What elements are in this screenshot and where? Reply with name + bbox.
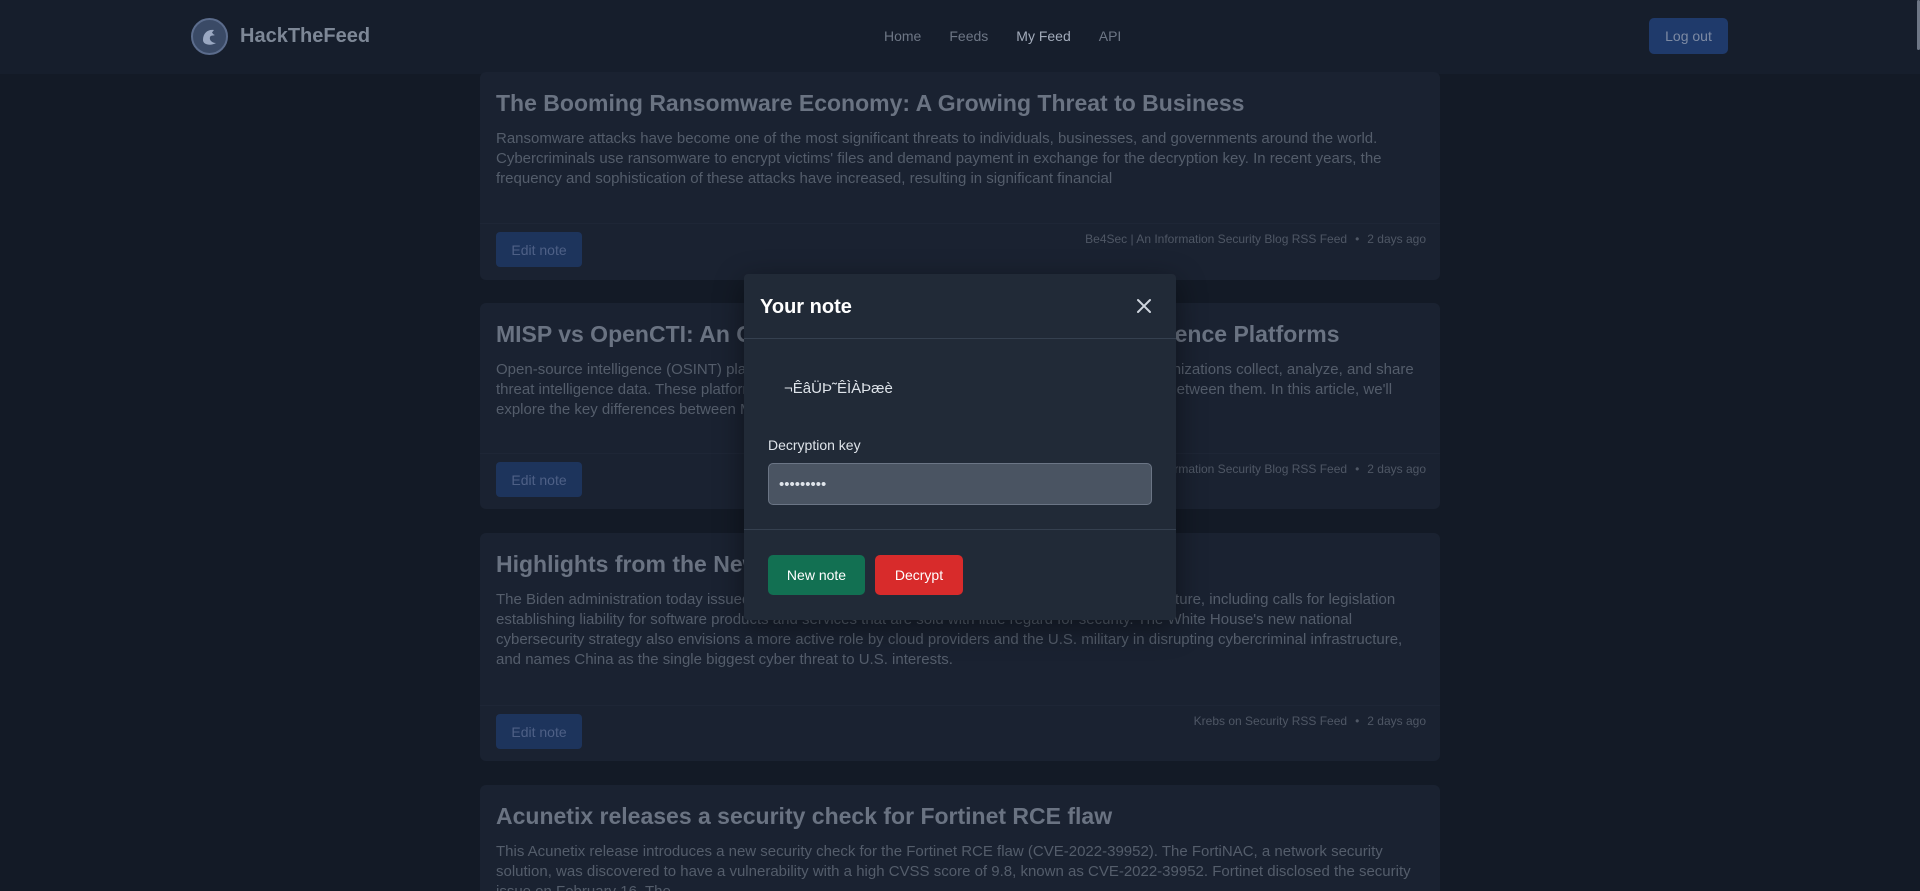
card-source: Krebs on Security RSS Feed: [1193, 714, 1348, 728]
bird-logo-icon: [202, 29, 216, 45]
decryption-key-input[interactable]: [768, 463, 1152, 505]
meta-separator: •: [1355, 714, 1360, 728]
card-time: 2 days ago: [1367, 462, 1426, 476]
card-body: Ransomware attacks have become one of th…: [496, 130, 1382, 187]
meta-separator: •: [1355, 232, 1360, 246]
brand-name: HackTheFeed: [240, 25, 371, 47]
card-footer: Edit note Krebs on Security RSS Feed • 2 d…: [480, 705, 1440, 761]
brand[interactable]: HackTheFeed: [191, 18, 370, 55]
meta-separator: •: [1355, 462, 1360, 476]
logout-button[interactable]: Log out: [1649, 18, 1728, 54]
decryption-key-label: Decryption key: [768, 437, 861, 453]
card-title[interactable]: Acunetix releases a security check for F…: [496, 803, 1416, 830]
card-footer: Edit note Be4Sec | An Information Securi…: [480, 223, 1440, 279]
card-meta: Be4Sec | An Information Security Blog RS…: [1085, 232, 1426, 246]
new-note-button[interactable]: New note: [768, 555, 865, 595]
navbar: HackTheFeed Home Feeds My Feed API Log o…: [0, 0, 1920, 74]
card-body: This Acunetix release introduces a new s…: [496, 843, 1411, 891]
note-content: ¬ÊâÜÞ˜ÊÌÀÞæè: [784, 380, 893, 397]
logo-icon: [191, 18, 228, 55]
card-meta: Krebs on Security RSS Feed • 2 days ago: [1194, 714, 1426, 728]
modal-footer: New note Decrypt: [744, 529, 1176, 620]
nav-link-feeds[interactable]: Feeds: [949, 28, 988, 44]
edit-note-button[interactable]: Edit note: [496, 714, 582, 749]
card-title[interactable]: The Booming Ransomware Economy: A Growin…: [496, 90, 1416, 117]
feed-card: The Booming Ransomware Economy: A Growin…: [480, 72, 1440, 280]
card-source: Be4Sec | An Information Security Blog RS…: [1085, 232, 1348, 246]
close-icon[interactable]: [1134, 296, 1154, 316]
modal-header: Your note: [744, 274, 1176, 339]
feed-card: Acunetix releases a security check for F…: [480, 785, 1440, 891]
nav-link-api[interactable]: API: [1099, 28, 1122, 44]
nav-link-my-feed[interactable]: My Feed: [1016, 28, 1070, 44]
decrypt-button[interactable]: Decrypt: [875, 555, 963, 595]
modal-title: Your note: [760, 296, 852, 318]
note-modal: Your note ¬ÊâÜÞ˜ÊÌÀÞæè Decryption key Ne…: [744, 274, 1176, 620]
edit-note-button[interactable]: Edit note: [496, 462, 582, 497]
nav-links: Home Feeds My Feed API: [884, 28, 1149, 44]
card-time: 2 days ago: [1367, 714, 1426, 728]
nav-link-home[interactable]: Home: [884, 28, 921, 44]
edit-note-button[interactable]: Edit note: [496, 232, 582, 267]
card-time: 2 days ago: [1367, 232, 1426, 246]
